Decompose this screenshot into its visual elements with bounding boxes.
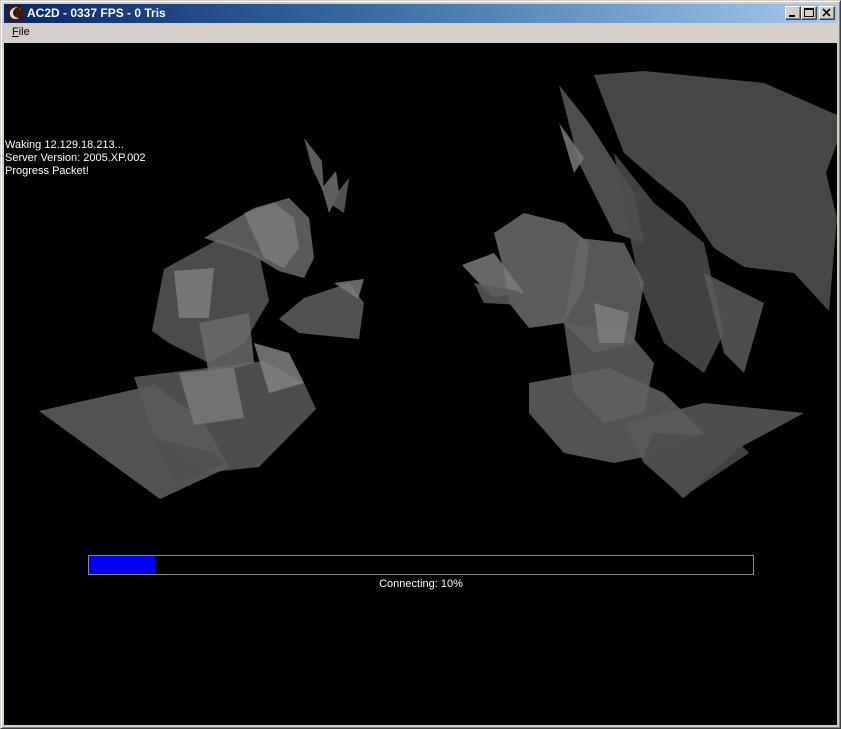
maximize-button[interactable] (801, 6, 817, 20)
menu-file-accelerator: F (12, 26, 19, 38)
log-line: Server Version: 2005.XP.002 (5, 152, 146, 164)
title-bar[interactable]: AC2D - 0337 FPS - 0 Tris (4, 4, 837, 23)
log-line: Waking 12.129.18.213... (5, 139, 124, 151)
left-gargoyle-figure (39, 138, 364, 499)
right-gargoyle-figure (462, 71, 837, 498)
menu-bar: File (4, 23, 837, 42)
log-line: Progress Packet! (5, 165, 89, 177)
progress-bar-fill (89, 556, 155, 574)
app-window: AC2D - 0337 FPS - 0 Tris File Waking 12.… (0, 0, 841, 729)
close-icon (822, 8, 831, 17)
progress-label: Connecting: 10% (379, 578, 463, 590)
connection-progress-bar (88, 555, 754, 575)
maximize-icon (804, 8, 814, 17)
minimize-icon (789, 15, 795, 17)
window-title: AC2D - 0337 FPS - 0 Tris (27, 6, 166, 20)
render-viewport[interactable]: Waking 12.129.18.213... Server Version: 2… (4, 43, 837, 725)
close-button[interactable] (819, 6, 835, 20)
menu-file-label: ile (18, 26, 30, 38)
status-log: Waking 12.129.18.213... Server Version: 2… (5, 139, 145, 178)
app-icon[interactable] (7, 5, 23, 21)
menu-file[interactable]: File (6, 23, 36, 42)
minimize-button[interactable] (785, 6, 801, 20)
